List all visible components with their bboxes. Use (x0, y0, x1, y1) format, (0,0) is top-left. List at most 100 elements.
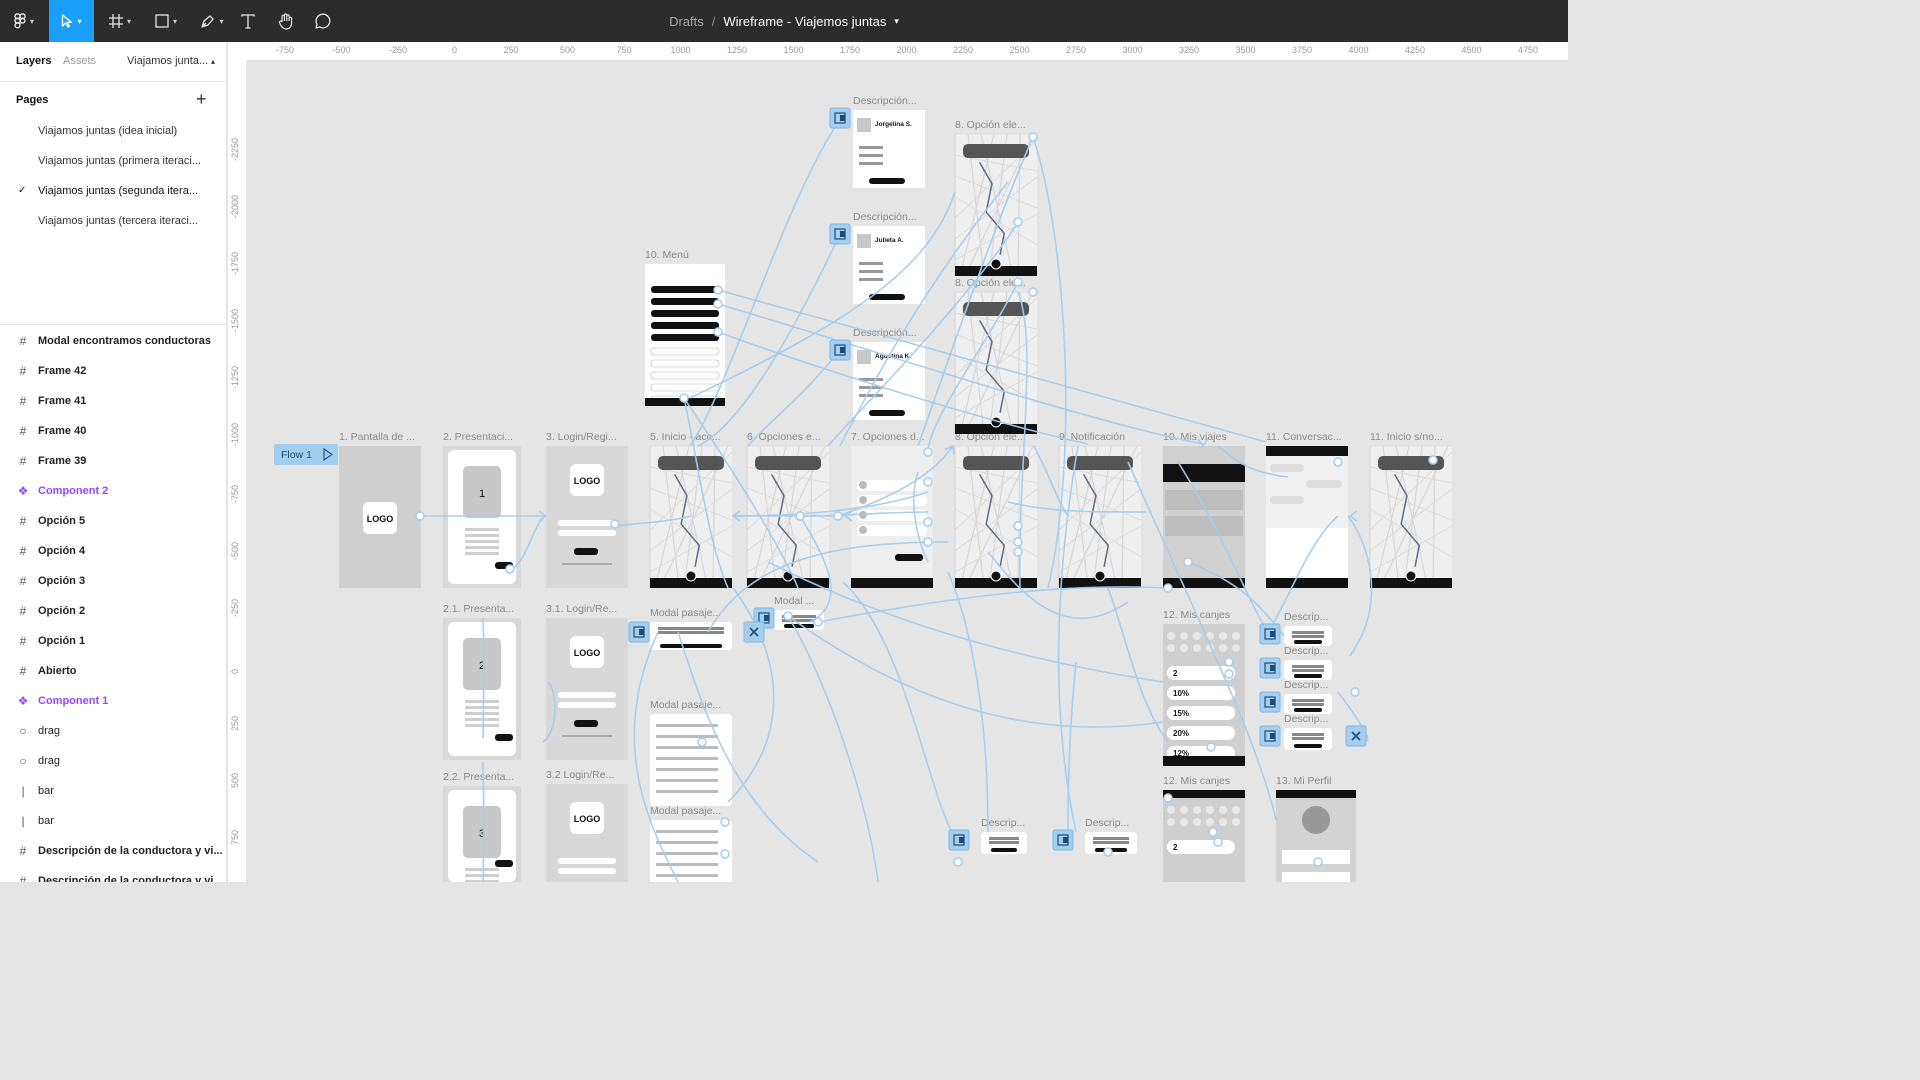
tab-layers[interactable]: Layers (16, 55, 51, 67)
overlay-trigger-icon[interactable] (1259, 623, 1281, 645)
frame-profile[interactable]: Descripción... Julieta A. (853, 211, 925, 304)
frame-modal[interactable]: Descrip... (1284, 645, 1332, 680)
connection-node[interactable] (923, 477, 933, 487)
layer-item[interactable]: # Frame 39 (0, 446, 226, 476)
design-canvas[interactable]: 1. Pantalla de ... LOGO 2. Presentaci... 1 3… (228, 42, 1568, 882)
page-item[interactable]: ✓ Viajamos juntas (segunda itera... (0, 176, 226, 206)
move-tool-button[interactable]: ▾ (49, 0, 94, 42)
overlay-trigger-icon[interactable] (829, 107, 851, 129)
chevron-down-icon[interactable]: ▾ (894, 16, 899, 27)
frame-rewards2[interactable]: 12. Mis canjes 2 (1163, 775, 1245, 882)
connection-node[interactable] (795, 511, 805, 521)
connection-node[interactable] (1028, 132, 1038, 142)
connection-node[interactable] (713, 299, 723, 309)
comment-tool-button[interactable] (310, 0, 336, 42)
connection-node[interactable] (1183, 557, 1193, 567)
overlay-trigger-icon[interactable] (1052, 829, 1074, 851)
connection-node[interactable] (833, 511, 843, 521)
connection-node[interactable] (1208, 827, 1218, 837)
layer-item[interactable]: # Frame 40 (0, 416, 226, 446)
frame-map[interactable]: 9. Notificación (1058, 431, 1142, 589)
layer-item[interactable]: # Opción 2 (0, 596, 226, 626)
connection-node[interactable] (1013, 547, 1023, 557)
frame-list[interactable]: 7. Opciones d... (851, 431, 933, 588)
frame-tool-button[interactable]: ▾ (100, 0, 140, 42)
connection-node[interactable] (713, 327, 723, 337)
layer-item[interactable]: | bar (0, 806, 226, 836)
file-name[interactable]: Wireframe - Viajemos juntas (723, 14, 886, 29)
frame-slide[interactable]: 2.2. Presenta...3 (443, 771, 521, 882)
overlay-trigger-icon[interactable] (628, 621, 650, 643)
page-item[interactable]: Viajamos juntas (primera iteraci... (0, 146, 226, 176)
connection-node[interactable] (1224, 669, 1234, 679)
layer-item[interactable]: | bar (0, 776, 226, 806)
connection-node[interactable] (953, 857, 963, 867)
connection-node[interactable] (1013, 521, 1023, 531)
connection-node[interactable] (1013, 537, 1023, 547)
close-overlay-action[interactable] (743, 621, 765, 643)
connection-node[interactable] (720, 817, 730, 827)
close-overlay-action[interactable] (1345, 725, 1367, 747)
frame-login[interactable]: 3.1. Login/Re... LOGO (546, 603, 628, 760)
add-page-icon[interactable]: + (196, 89, 207, 110)
connection-node[interactable] (1224, 657, 1234, 667)
frame-map[interactable]: 8. Opción ele... (954, 277, 1038, 435)
tab-assets[interactable]: Assets (63, 55, 96, 67)
connection-node[interactable] (1103, 847, 1113, 857)
frame-map[interactable]: 8. Opción ele... (954, 431, 1038, 589)
layer-item[interactable]: ❖ Component 2 (0, 476, 226, 506)
frame-form[interactable]: Modal pasaje... (650, 805, 732, 882)
chevron-up-icon[interactable]: ▴ (211, 57, 215, 66)
overlay-trigger-icon[interactable] (948, 829, 970, 851)
breadcrumb-drafts-link[interactable]: Drafts (669, 14, 704, 29)
layer-item[interactable]: # Abierto (0, 656, 226, 686)
frame-menu[interactable]: 10. Menú (645, 249, 725, 406)
layer-item[interactable]: # Opción 5 (0, 506, 226, 536)
connection-node[interactable] (713, 285, 723, 295)
connection-node[interactable] (505, 564, 515, 574)
main-menu-button[interactable]: ▾ (0, 0, 48, 42)
overlay-trigger-icon[interactable] (829, 223, 851, 245)
layer-item[interactable]: # Descripción de la conductora y vi... (0, 866, 226, 882)
layer-item[interactable]: # Descripción de la conductora y vi... (0, 836, 226, 866)
layer-item[interactable]: # Frame 41 (0, 386, 226, 416)
layer-item[interactable]: ○ drag (0, 716, 226, 746)
layer-item[interactable]: ❖ Component 1 (0, 686, 226, 716)
frame-form[interactable]: Modal pasaje... (650, 699, 732, 806)
connection-node[interactable] (720, 849, 730, 859)
layer-item[interactable]: # Opción 1 (0, 626, 226, 656)
frame-chat[interactable]: 11. Conversac... (1266, 431, 1348, 588)
overlay-trigger-icon[interactable] (1259, 725, 1281, 747)
layer-item[interactable]: # Opción 4 (0, 536, 226, 566)
connection-node[interactable] (679, 393, 689, 403)
connection-node[interactable] (1313, 857, 1323, 867)
connection-node[interactable] (923, 517, 933, 527)
page-item[interactable]: Viajamos juntas (idea inicial) (0, 116, 226, 146)
frame-map[interactable]: 11. Inicio s/no... (1369, 431, 1453, 589)
connection-node[interactable] (1163, 793, 1173, 803)
page-item[interactable]: Viajamos juntas (tercera iteraci... (0, 206, 226, 236)
connection-node[interactable] (1350, 687, 1360, 697)
connection-node[interactable] (1163, 583, 1173, 593)
connection-node[interactable] (813, 617, 823, 627)
frame-modal[interactable]: Descrip... (1284, 679, 1332, 714)
connection-node[interactable] (923, 447, 933, 457)
connection-node[interactable] (415, 511, 425, 521)
connection-node[interactable] (1013, 277, 1023, 287)
connection-node[interactable] (1028, 287, 1038, 297)
frame-login[interactable]: 3. Login/Regi... LOGO (546, 431, 628, 588)
canvas-stage[interactable]: 1. Pantalla de ...LOGO2. Presentaci...13… (228, 42, 1568, 882)
layer-item[interactable]: ○ drag (0, 746, 226, 776)
layer-item[interactable]: # Modal encontramos conductoras (0, 326, 226, 356)
connection-node[interactable] (1206, 742, 1216, 752)
shape-tool-button[interactable]: ▾ (146, 0, 186, 42)
page-selector[interactable]: Viajamos junta... (127, 55, 208, 67)
connection-node[interactable] (610, 519, 620, 529)
layer-item[interactable]: # Frame 42 (0, 356, 226, 386)
connection-node[interactable] (1428, 455, 1438, 465)
frame-trips[interactable]: 10. Mis viajes (1163, 431, 1245, 588)
hand-tool-button[interactable] (273, 0, 299, 42)
text-tool-button[interactable] (236, 0, 260, 42)
connection-node[interactable] (1213, 837, 1223, 847)
overlay-trigger-icon[interactable] (1259, 657, 1281, 679)
